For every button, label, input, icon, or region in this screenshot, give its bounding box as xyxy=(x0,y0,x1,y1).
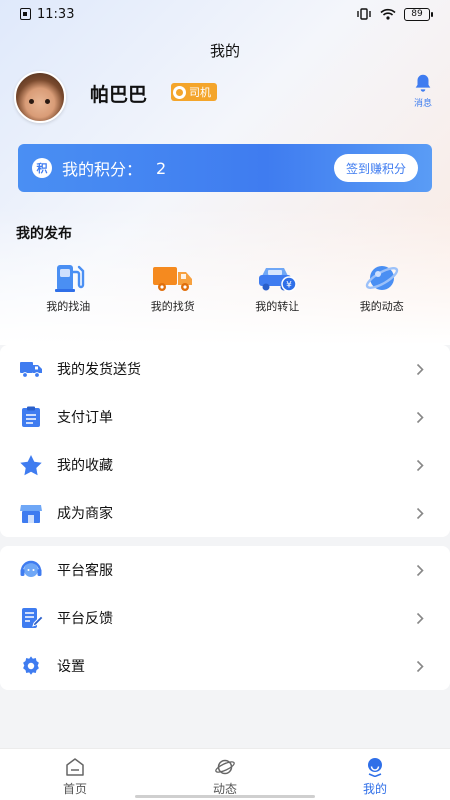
sim-icon xyxy=(20,8,31,20)
messages-label: 消息 xyxy=(413,99,432,109)
store-icon xyxy=(20,505,42,523)
publish-section-title: 我的发布 xyxy=(16,226,72,242)
chevron-right-icon xyxy=(416,411,424,423)
role-label: 司机 xyxy=(189,86,211,99)
settings-gear-icon xyxy=(23,656,39,675)
points-label: 我的积分： xyxy=(62,160,143,179)
points-value: 2 xyxy=(156,158,167,178)
tab-profile[interactable]: 我的 xyxy=(300,749,450,800)
menu-row-settings[interactable]: 设置 xyxy=(0,642,450,690)
battery-indicator: 89 xyxy=(404,7,433,21)
menu-row-merchant[interactable]: 成为商家 xyxy=(0,489,450,537)
chevron-right-icon xyxy=(416,363,424,375)
tab-label: 我的 xyxy=(362,782,387,796)
delivery-truck-icon xyxy=(20,362,42,378)
truck-icon xyxy=(152,267,192,291)
menu-row-customer-service[interactable]: 平台客服 xyxy=(0,546,450,594)
menu-row-label: 我的发货送货 xyxy=(57,362,141,378)
avatar[interactable] xyxy=(14,71,66,123)
publish-item-posts[interactable]: 我的动态 xyxy=(330,262,435,314)
role-badge: 司机 xyxy=(171,83,217,101)
menu-row-label: 平台客服 xyxy=(57,563,113,579)
status-time: 11:33 xyxy=(37,6,75,22)
home-icon xyxy=(66,758,84,776)
menu-card-primary: 我的发货送货 支付订单 我的收藏 成为商家 xyxy=(0,345,450,537)
chevron-right-icon xyxy=(416,660,424,672)
menu-row-favorites[interactable]: 我的收藏 xyxy=(0,441,450,489)
fuel-pump-icon xyxy=(55,265,85,292)
signin-earn-points-button[interactable]: 签到赚积分 xyxy=(333,154,418,182)
publish-item-transfer[interactable]: ¥ 我的转让 xyxy=(225,262,330,314)
feedback-icon xyxy=(22,608,43,628)
menu-row-delivery[interactable]: 我的发货送货 xyxy=(0,345,450,393)
menu-row-label: 我的收藏 xyxy=(57,458,113,474)
chevron-right-icon xyxy=(416,564,424,576)
profile-icon xyxy=(368,758,382,777)
bottom-tab-bar: 首页 动态 我的 xyxy=(0,748,450,800)
tab-home[interactable]: 首页 xyxy=(0,749,150,800)
publish-item-label: 我的转让 xyxy=(255,300,300,313)
menu-row-label: 支付订单 xyxy=(57,410,113,426)
car-transfer-icon: ¥ xyxy=(259,268,297,292)
publish-grid: 我的找油 我的找货 ¥ 我的转让 我的动态 xyxy=(16,262,434,314)
planet-icon xyxy=(365,266,398,290)
menu-row-label: 设置 xyxy=(57,659,85,675)
order-list-icon xyxy=(22,406,40,427)
svg-text:¥: ¥ xyxy=(286,281,292,291)
vibrate-icon xyxy=(357,8,371,20)
username: 帕巴巴 xyxy=(90,84,148,106)
publish-item-fuel[interactable]: 我的找油 xyxy=(16,262,121,314)
page-title: 我的 xyxy=(209,42,240,60)
chevron-right-icon xyxy=(416,507,424,519)
chevron-right-icon xyxy=(416,612,424,624)
menu-row-feedback[interactable]: 平台反馈 xyxy=(0,594,450,642)
publish-item-label: 我的找油 xyxy=(46,300,91,313)
menu-row-label: 平台反馈 xyxy=(57,611,113,627)
publish-item-cargo[interactable]: 我的找货 xyxy=(121,262,226,314)
driver-icon xyxy=(173,85,186,99)
star-icon xyxy=(20,455,42,476)
tab-posts[interactable]: 动态 xyxy=(150,749,300,800)
home-indicator xyxy=(135,795,315,798)
messages-button[interactable]: 消息 xyxy=(405,72,441,109)
status-bar: 11:33 89 xyxy=(0,0,450,28)
planet-icon xyxy=(215,759,235,775)
bell-icon xyxy=(415,74,431,92)
menu-row-orders[interactable]: 支付订单 xyxy=(0,393,450,441)
publish-item-label: 我的动态 xyxy=(359,300,404,313)
tab-label: 首页 xyxy=(62,782,87,796)
points-card[interactable]: 积 我的积分： 2 签到赚积分 xyxy=(18,144,432,192)
points-icon: 积 xyxy=(32,158,52,178)
menu-card-secondary: 平台客服 平台反馈 设置 xyxy=(0,546,450,690)
customer-service-icon xyxy=(20,560,42,577)
menu-row-label: 成为商家 xyxy=(57,506,113,522)
chevron-right-icon xyxy=(416,459,424,471)
wifi-icon xyxy=(380,8,396,20)
publish-item-label: 我的找货 xyxy=(150,300,195,313)
